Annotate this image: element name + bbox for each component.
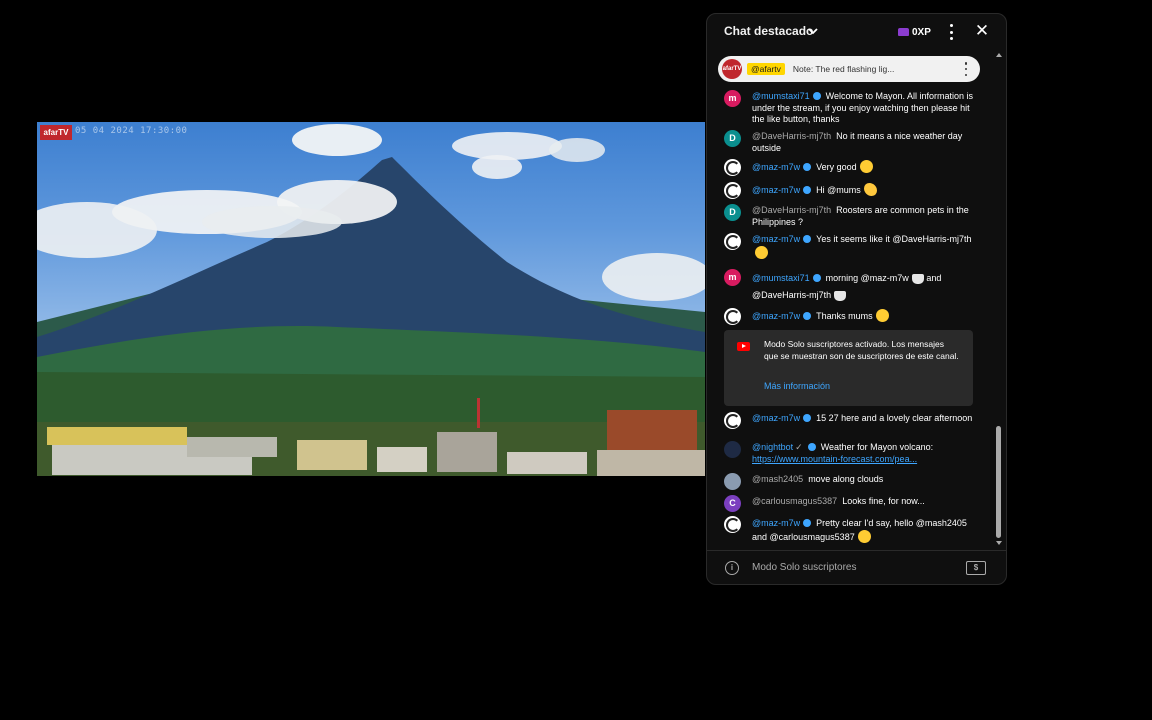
message-author[interactable]: @maz-m7w — [752, 185, 800, 195]
message-author[interactable]: @mash2405 — [752, 474, 803, 484]
message-text: move along clouds — [808, 474, 884, 484]
camera-timestamp: 05 04 2024 17:30:00 — [75, 126, 188, 136]
forecast-link[interactable]: https://www.mountain-forecast.com/pea... — [752, 454, 917, 464]
chat-messages: m @mumstaxi71 Welcome to Mayon. All infor… — [707, 14, 1006, 584]
message-text: morning @maz-m7w — [825, 273, 909, 283]
message-author[interactable]: @maz-m7w — [752, 162, 800, 172]
message-author[interactable]: @maz-m7w — [752, 413, 800, 423]
avatar[interactable] — [724, 473, 741, 490]
verified-icon — [803, 312, 812, 320]
laugh-emoji-icon — [755, 245, 768, 259]
message-author[interactable]: @DaveHarris-mj7th — [752, 131, 831, 141]
more-info-link[interactable]: Más información — [764, 381, 830, 391]
avatar[interactable] — [724, 233, 741, 250]
avatar[interactable] — [724, 516, 741, 533]
message-text: Very good — [816, 162, 857, 172]
grin-emoji-icon — [875, 309, 889, 322]
avatar[interactable] — [724, 412, 741, 429]
message-author[interactable]: @mumstaxi71 — [752, 91, 810, 101]
verified-icon — [803, 186, 812, 194]
message-text: Thanks mums — [816, 311, 873, 321]
message-author[interactable]: @maz-m7w — [752, 311, 800, 321]
info-icon[interactable]: i — [725, 561, 739, 575]
volcano-scene — [37, 124, 705, 476]
message-author[interactable]: @carlousmagus5387 — [752, 496, 837, 506]
verified-icon — [803, 519, 812, 527]
message-text: Yes it seems like it @DaveHarris-mj7th — [816, 234, 972, 244]
coffee-emoji-icon — [834, 291, 847, 301]
avatar[interactable] — [724, 182, 741, 199]
subscribers-only-notice: Modo Solo suscriptores activado. Los men… — [724, 330, 973, 406]
message-text: 15 27 here and a lovely clear afternoon — [816, 413, 973, 423]
avatar[interactable] — [724, 441, 741, 458]
subscribers-only-label: Modo Solo suscriptores — [752, 562, 857, 573]
smile-emoji-icon — [857, 530, 871, 543]
verified-icon — [803, 235, 812, 243]
message-author[interactable]: @mumstaxi71 — [752, 273, 810, 283]
verified-icon — [807, 443, 816, 451]
checkmark-icon: ✓ — [795, 442, 803, 452]
avatar[interactable]: D — [724, 130, 741, 147]
avatar[interactable]: m — [724, 90, 741, 107]
smile-emoji-icon — [859, 160, 873, 173]
message-text: Hi @mums — [816, 185, 861, 195]
channel-logo: afarTV — [40, 125, 72, 140]
avatar[interactable]: m — [724, 269, 741, 286]
avatar[interactable] — [724, 159, 741, 176]
verified-icon — [812, 92, 821, 100]
video-player[interactable]: afarTV 05 04 2024 17:30:00 — [37, 122, 705, 476]
verified-icon — [803, 414, 812, 422]
message-author[interactable]: @maz-m7w — [752, 518, 800, 528]
message-author[interactable]: @maz-m7w — [752, 234, 800, 244]
wave-emoji-icon — [863, 183, 877, 196]
verified-icon — [812, 274, 821, 282]
message-author[interactable]: @DaveHarris-mj7th — [752, 205, 831, 215]
notice-text: Modo Solo suscriptores activado. Los men… — [764, 339, 959, 361]
message-text: Looks fine, for now... — [842, 496, 925, 506]
chat-footer: i Modo Solo suscriptores $ — [707, 550, 1006, 584]
scroll-down-icon[interactable] — [996, 541, 1002, 545]
verified-icon — [803, 163, 812, 171]
chat-scrollbar[interactable] — [996, 426, 1001, 538]
super-chat-icon[interactable]: $ — [966, 561, 986, 575]
message-author[interactable]: @nightbot — [752, 442, 793, 452]
avatar[interactable]: C — [724, 495, 741, 512]
message-text: Weather for Mayon volcano: — [820, 442, 934, 452]
youtube-icon — [737, 342, 750, 351]
coffee-emoji-icon — [911, 274, 924, 284]
avatar[interactable]: D — [724, 204, 741, 221]
live-chat-panel: Chat destacado 0XP ✕ afarTV @afartv Note… — [706, 13, 1007, 585]
avatar[interactable] — [724, 308, 741, 325]
